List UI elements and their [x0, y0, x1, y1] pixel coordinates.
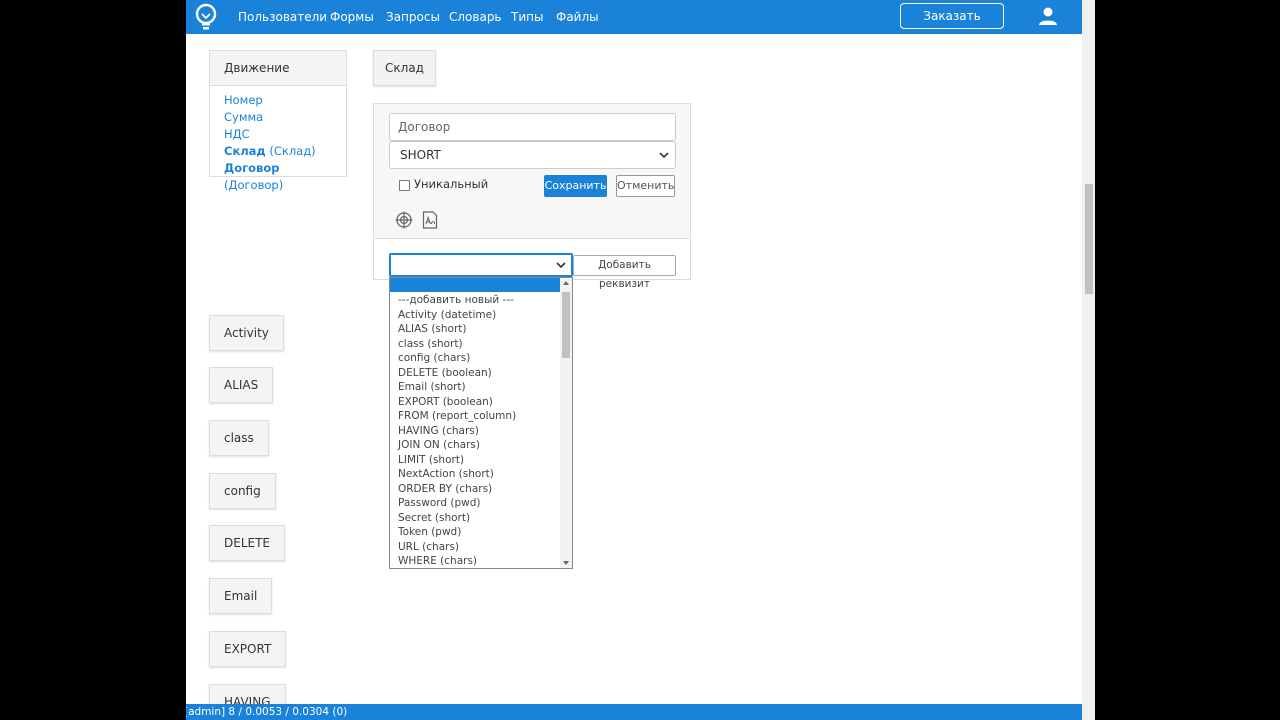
dropdown-option[interactable]: WHERE (chars) [390, 554, 560, 568]
crosshair-icon[interactable] [395, 211, 413, 229]
nav-users[interactable]: Пользователи [238, 9, 327, 25]
page-scrollbar-thumb[interactable] [1085, 184, 1093, 294]
dropdown-option[interactable]: Token (pwd) [390, 525, 560, 540]
movement-field-number[interactable]: Номер [224, 92, 332, 109]
field-button-activity[interactable]: Activity [209, 315, 284, 351]
attribute-select[interactable] [389, 253, 573, 277]
chevron-down-icon [556, 262, 566, 269]
field-button-delete[interactable]: DELETE [209, 525, 286, 561]
scroll-down-arrow-icon[interactable] [563, 561, 569, 565]
field-type-select[interactable]: SHORT [389, 141, 676, 169]
movement-field-vat[interactable]: НДС [224, 126, 332, 143]
movement-card-title: Движение [210, 51, 346, 86]
dropdown-option[interactable]: class (short) [390, 337, 560, 352]
unique-label: Уникальный [414, 177, 489, 191]
dropdown-option[interactable]: EXPORT (boolean) [390, 395, 560, 410]
field-button-config[interactable]: config [209, 473, 276, 509]
dropdown-option[interactable]: Password (pwd) [390, 496, 560, 511]
order-analysis-button[interactable]: Заказать анализ [900, 3, 1004, 47]
dropdown-scrollbar[interactable] [560, 278, 572, 568]
dropdown-option[interactable]: ALIAS (short) [390, 322, 560, 337]
dropdown-option[interactable]: NextAction (short) [390, 467, 560, 482]
dropdown-option[interactable]: URL (chars) [390, 540, 560, 555]
font-format-icon[interactable] [422, 211, 438, 229]
user-icon[interactable] [1038, 6, 1058, 26]
dropdown-option[interactable]: Email (short) [390, 380, 560, 395]
scroll-up-arrow-icon[interactable] [563, 281, 569, 285]
page-scrollbar[interactable] [1082, 0, 1095, 720]
warehouse-button[interactable]: Склад [373, 50, 436, 86]
field-button-alias[interactable]: ALIAS [209, 367, 274, 403]
nav-files[interactable]: Файлы [556, 9, 599, 25]
unique-checkbox[interactable] [399, 180, 410, 191]
add-attribute-row: Добавить реквизит [374, 239, 690, 290]
dropdown-option[interactable]: config (chars) [390, 351, 560, 366]
dropdown-scrollbar-thumb[interactable] [562, 292, 570, 358]
movement-field-sum[interactable]: Сумма [224, 109, 332, 126]
nav-queries[interactable]: Запросы [386, 9, 440, 25]
lightbulb-logo-icon[interactable] [194, 3, 218, 31]
dropdown-option[interactable]: Activity (datetime) [390, 308, 560, 323]
add-attribute-button[interactable]: Добавить реквизит [573, 255, 676, 290]
dropdown-option[interactable]: LIMIT (short) [390, 453, 560, 468]
field-button-email[interactable]: Email [209, 578, 273, 614]
field-button-export[interactable]: EXPORT [209, 631, 287, 667]
nav-forms[interactable]: Формы [330, 9, 374, 25]
field-edit-panel: Договор SHORT Уникальный Сохранить Отмен… [373, 103, 691, 290]
dropdown-option[interactable]: ORDER BY (chars) [390, 482, 560, 497]
cancel-button[interactable]: Отменить [616, 175, 675, 197]
nav-types[interactable]: Типы [511, 9, 543, 25]
movement-field-contract[interactable]: Договор (Договор) [224, 160, 332, 194]
save-button[interactable]: Сохранить [544, 175, 607, 197]
dropdown-option[interactable]: FROM (report_column) [390, 409, 560, 424]
nav-dictionary[interactable]: Словарь [449, 9, 502, 25]
field-name-input[interactable]: Договор [389, 113, 676, 141]
dropdown-option[interactable]: Secret (short) [390, 511, 560, 526]
dropdown-option[interactable]: JOIN ON (chars) [390, 438, 560, 453]
page: Пользователи Формы Запросы Словарь Типы … [186, 0, 1082, 720]
dropdown-option[interactable]: HAVING (chars) [390, 424, 560, 439]
dropdown-option-empty-selected[interactable] [390, 278, 560, 292]
attribute-dropdown-list[interactable]: ---добавить новый --- Activity (datetime… [389, 277, 573, 569]
field-type-value: SHORT [400, 148, 441, 162]
status-text: [admin] 8 / 0.0053 / 0.0304 (0) [186, 706, 348, 718]
dropdown-option[interactable]: DELETE (boolean) [390, 366, 560, 381]
navbar: Пользователи Формы Запросы Словарь Типы … [186, 0, 1082, 47]
field-button-class[interactable]: class [209, 420, 269, 456]
dropdown-option[interactable]: ---добавить новый --- [390, 293, 560, 308]
movement-card: Движение Номер Сумма НДС Склад (Склад) Д… [209, 50, 347, 192]
movement-field-warehouse[interactable]: Склад (Склад) [224, 143, 332, 160]
chevron-down-icon [659, 152, 669, 159]
status-bar: [admin] 8 / 0.0053 / 0.0304 (0) [186, 704, 1082, 720]
movement-field-list: Номер Сумма НДС Склад (Склад) Договор (Д… [210, 86, 346, 200]
